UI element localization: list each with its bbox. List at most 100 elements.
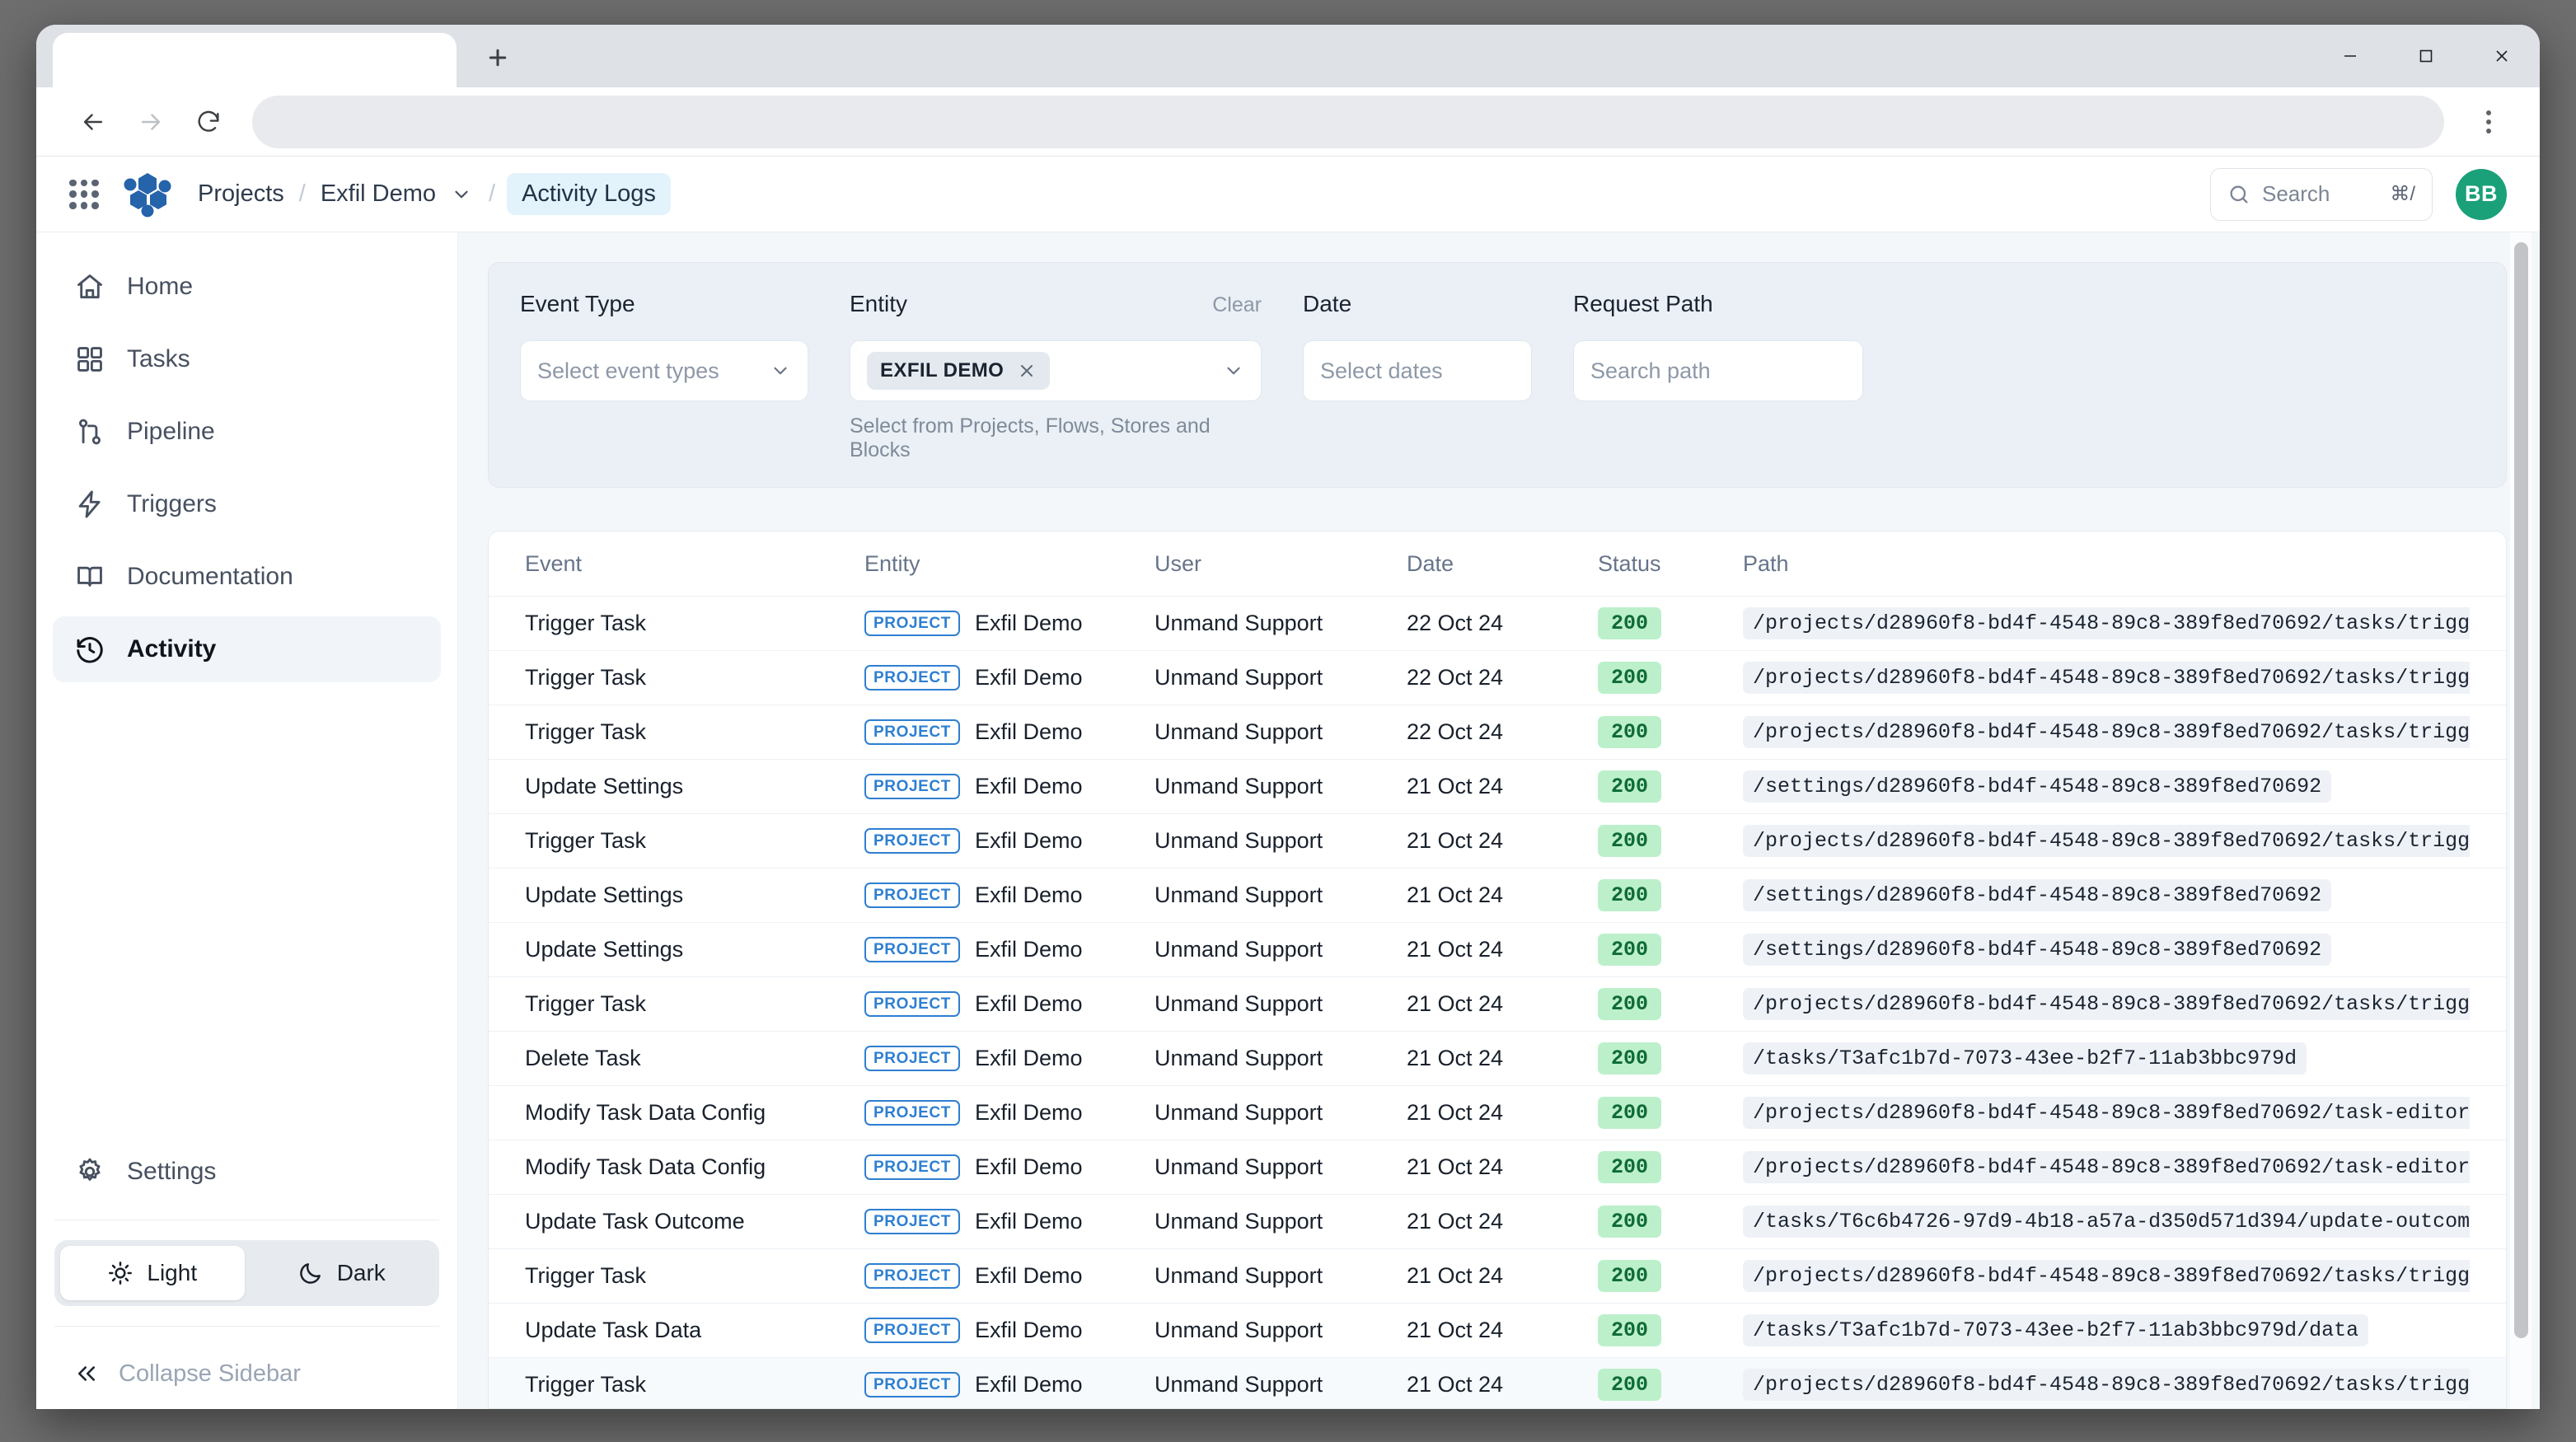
entity-name: Exfil Demo: [975, 883, 1083, 908]
forward-button[interactable]: [122, 93, 180, 151]
cell-path: /settings/d28960f8-bd4f-4548-89c8-389f8e…: [1743, 879, 2470, 911]
event-type-select[interactable]: Select event types: [520, 340, 808, 401]
breadcrumb-project[interactable]: Exfil Demo: [317, 180, 439, 208]
address-bar[interactable]: [252, 96, 2444, 148]
plus-icon: [485, 45, 510, 70]
table-row[interactable]: Update Task OutcomePROJECTExfil DemoUnma…: [489, 1194, 2506, 1248]
app-body: Home Tasks Pipeline Triggers Documentati…: [36, 232, 2540, 1409]
column-header-date[interactable]: Date: [1407, 551, 1598, 577]
entity-type-tag: PROJECT: [864, 1372, 960, 1398]
table-row[interactable]: Modify Task Data ConfigPROJECTExfil Demo…: [489, 1085, 2506, 1140]
sidebar-item-label: Home: [127, 273, 193, 301]
table-row[interactable]: Modify Task Data ConfigPROJECTExfil Demo…: [489, 1140, 2506, 1194]
status-badge: 200: [1598, 1042, 1661, 1074]
cell-date: 21 Oct 24: [1407, 1154, 1598, 1180]
status-badge: 200: [1598, 934, 1661, 966]
column-header-user[interactable]: User: [1155, 551, 1407, 577]
table-row[interactable]: Trigger TaskPROJECTExfil DemoUnmand Supp…: [489, 596, 2506, 650]
cell-path: /tasks/T6c6b4726-97d9-4b18-a57a-d350d571…: [1743, 1206, 2470, 1238]
cell-event: Trigger Task: [525, 665, 864, 691]
apps-grid-icon[interactable]: [61, 171, 107, 218]
browser-menu-button[interactable]: [2466, 93, 2512, 151]
cell-user: Unmand Support: [1155, 1209, 1407, 1234]
cell-event: Update Settings: [525, 883, 864, 908]
minimize-button[interactable]: [2312, 25, 2388, 87]
cell-entity: PROJECTExfil Demo: [864, 611, 1155, 637]
cell-entity: PROJECTExfil Demo: [864, 1154, 1155, 1181]
filter-request-path-label: Request Path: [1573, 291, 1713, 317]
table-row[interactable]: Trigger TaskPROJECTExfil DemoUnmand Supp…: [489, 976, 2506, 1031]
remove-chip-icon[interactable]: [1017, 361, 1037, 381]
entity-name: Exfil Demo: [975, 665, 1083, 691]
sidebar-item-home[interactable]: Home: [53, 254, 441, 320]
entity-name: Exfil Demo: [975, 1372, 1083, 1398]
date-picker[interactable]: Select dates: [1303, 340, 1532, 401]
table-row[interactable]: Update SettingsPROJECTExfil DemoUnmand S…: [489, 759, 2506, 813]
cell-event: Delete Task: [525, 1046, 864, 1071]
reload-button[interactable]: [180, 93, 237, 151]
table-row[interactable]: Trigger TaskPROJECTExfil DemoUnmand Supp…: [489, 705, 2506, 759]
table-row[interactable]: Trigger TaskPROJECTExfil DemoUnmand Supp…: [489, 813, 2506, 868]
entity-name: Exfil Demo: [975, 1263, 1083, 1289]
chevron-down-icon[interactable]: [451, 184, 472, 205]
browser-toolbar: [36, 87, 2540, 157]
request-path-value: /settings/d28960f8-bd4f-4548-89c8-389f8e…: [1743, 879, 2331, 911]
entity-chip[interactable]: EXFIL DEMO: [867, 352, 1050, 390]
table-row[interactable]: Update SettingsPROJECTExfil DemoUnmand S…: [489, 868, 2506, 922]
request-path-input[interactable]: Search path: [1573, 340, 1863, 401]
browser-tab[interactable]: [53, 33, 457, 87]
breadcrumb-projects[interactable]: Projects: [194, 180, 288, 208]
filter-label-row: Event Type: [520, 291, 808, 325]
sidebar-item-label: Tasks: [127, 345, 190, 373]
new-tab-button[interactable]: [471, 31, 524, 84]
filter-date-label: Date: [1303, 291, 1351, 317]
cell-date: 21 Oct 24: [1407, 1372, 1598, 1398]
theme-light-button[interactable]: Light: [60, 1246, 245, 1300]
request-path-value: /settings/d28960f8-bd4f-4548-89c8-389f8e…: [1743, 770, 2331, 803]
entity-name: Exfil Demo: [975, 1154, 1083, 1180]
request-path-value: /settings/d28960f8-bd4f-4548-89c8-389f8e…: [1743, 934, 2331, 966]
cell-event: Update Settings: [525, 774, 864, 799]
maximize-button[interactable]: [2388, 25, 2464, 87]
table-row[interactable]: Trigger TaskPROJECTExfil DemoUnmand Supp…: [489, 1357, 2506, 1409]
sidebar-item-tasks[interactable]: Tasks: [53, 326, 441, 392]
sidebar-item-triggers[interactable]: Triggers: [53, 471, 441, 537]
clear-filters-link[interactable]: Clear: [1163, 293, 1262, 317]
theme-dark-button[interactable]: Dark: [250, 1246, 434, 1300]
request-path-value: /projects/d28960f8-bd4f-4548-89c8-389f8e…: [1743, 1097, 2470, 1129]
breadcrumb-activity-logs[interactable]: Activity Logs: [507, 173, 671, 215]
collapse-sidebar-button[interactable]: Collapse Sidebar: [36, 1338, 457, 1409]
maximize-icon: [2416, 46, 2436, 66]
moon-icon: [297, 1260, 324, 1286]
date-placeholder: Select dates: [1320, 358, 1443, 384]
cell-entity: PROJECTExfil Demo: [864, 719, 1155, 746]
cell-path: /settings/d28960f8-bd4f-4548-89c8-389f8e…: [1743, 770, 2470, 803]
table-row[interactable]: Delete TaskPROJECTExfil DemoUnmand Suppo…: [489, 1031, 2506, 1085]
table-row[interactable]: Update Task DataPROJECTExfil DemoUnmand …: [489, 1303, 2506, 1357]
entity-type-tag: PROJECT: [864, 774, 960, 800]
breadcrumb-separator: /: [299, 180, 306, 208]
cell-path: /projects/d28960f8-bd4f-4548-89c8-389f8e…: [1743, 1151, 2470, 1183]
table-row[interactable]: Trigger TaskPROJECTExfil DemoUnmand Supp…: [489, 1248, 2506, 1303]
avatar[interactable]: BB: [2456, 169, 2507, 220]
cell-event: Modify Task Data Config: [525, 1154, 864, 1180]
vertical-scrollbar[interactable]: [2510, 232, 2532, 1409]
back-button[interactable]: [64, 93, 122, 151]
scrollbar-thumb[interactable]: [2514, 242, 2528, 1338]
sidebar-item-documentation[interactable]: Documentation: [53, 544, 441, 610]
column-header-status[interactable]: Status: [1598, 551, 1743, 577]
table-row[interactable]: Update SettingsPROJECTExfil DemoUnmand S…: [489, 922, 2506, 976]
column-header-entity[interactable]: Entity: [864, 551, 1155, 577]
column-header-event[interactable]: Event: [525, 551, 864, 577]
request-path-value: /tasks/T6c6b4726-97d9-4b18-a57a-d350d571…: [1743, 1206, 2470, 1238]
search-input[interactable]: Search ⌘/: [2210, 168, 2433, 221]
close-button[interactable]: [2464, 25, 2540, 87]
sidebar-item-settings[interactable]: Settings: [53, 1139, 441, 1205]
column-header-path[interactable]: Path: [1743, 551, 2470, 577]
cell-date: 22 Oct 24: [1407, 719, 1598, 745]
entity-select[interactable]: EXFIL DEMO: [850, 340, 1262, 401]
sidebar-item-pipeline[interactable]: Pipeline: [53, 399, 441, 465]
sidebar-item-activity[interactable]: Activity: [53, 616, 441, 682]
cell-entity: PROJECTExfil Demo: [864, 1209, 1155, 1235]
table-row[interactable]: Trigger TaskPROJECTExfil DemoUnmand Supp…: [489, 650, 2506, 705]
